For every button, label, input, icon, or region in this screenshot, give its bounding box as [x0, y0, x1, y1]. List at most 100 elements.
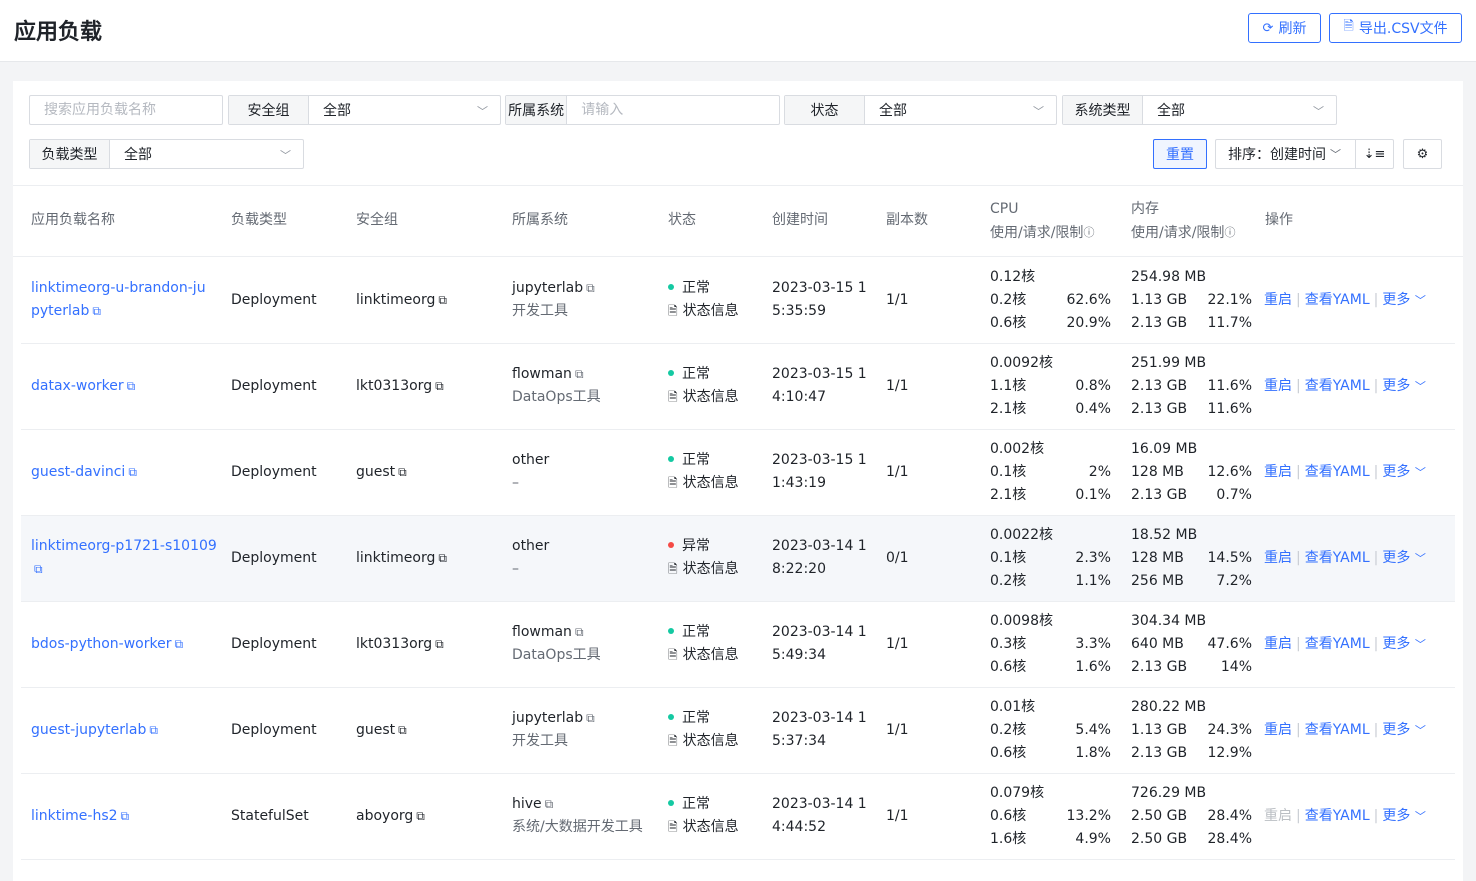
cpu-request: 0.2核	[990, 722, 1027, 738]
security-group-link[interactable]: linktimeorg	[356, 550, 435, 566]
sort-control[interactable]: 排序：创建时间 ﹀ ⇣≡	[1215, 139, 1394, 169]
reset-button[interactable]: 重置	[1153, 139, 1207, 169]
external-link-icon[interactable]: ⧉	[416, 809, 425, 823]
search-filter[interactable]	[29, 95, 223, 125]
system-input[interactable]	[567, 96, 779, 124]
external-link-icon[interactable]: ⧉	[586, 711, 595, 725]
system-name[interactable]: jupyterlab	[512, 280, 583, 296]
view-yaml-button[interactable]: 查看YAML	[1305, 464, 1370, 480]
info-icon[interactable]: ⓘ	[1083, 226, 1094, 239]
security-group-link[interactable]: aboyorg	[356, 808, 413, 824]
view-yaml-button[interactable]: 查看YAML	[1305, 550, 1370, 566]
external-link-icon[interactable]: ⧉	[575, 625, 584, 639]
system-name[interactable]: other	[512, 452, 549, 468]
search-input[interactable]	[30, 96, 222, 124]
more-menu-button[interactable]: 更多 ﹀	[1382, 378, 1425, 394]
restart-button[interactable]: 重启	[1264, 464, 1292, 480]
memory-limit-pct: 28.4%	[1207, 831, 1252, 847]
refresh-button[interactable]: ⟳ 刷新	[1248, 13, 1321, 43]
external-link-icon[interactable]: ⧉	[438, 293, 447, 307]
sort-select[interactable]: 排序：创建时间 ﹀	[1216, 140, 1356, 168]
external-link-icon[interactable]: ⧉	[398, 723, 407, 737]
workload-name-link[interactable]: linktimeorg-u-brandon-ju	[31, 280, 206, 296]
workload-name-link[interactable]: linktimeorg-p1721-s10109	[31, 538, 217, 554]
workload-name-link[interactable]: datax-worker	[31, 378, 124, 394]
security-group-link[interactable]: lkt0313org	[356, 378, 432, 394]
system-type-filter[interactable]: 系统类型 全部 ﹀	[1062, 95, 1337, 125]
view-yaml-button[interactable]: 查看YAML	[1305, 808, 1370, 824]
external-link-icon[interactable]: ⧉	[174, 637, 183, 651]
external-link-icon[interactable]: ⧉	[128, 465, 137, 479]
more-menu-button[interactable]: 更多 ﹀	[1382, 636, 1425, 652]
workload-name-link[interactable]: bdos-python-worker	[31, 636, 171, 652]
status-select[interactable]: 全部 ﹀	[865, 96, 1056, 124]
security-group-cell: linktimeorg ⧉	[356, 547, 447, 570]
restart-button[interactable]: 重启	[1264, 292, 1292, 308]
more-menu-button[interactable]: 更多 ﹀	[1382, 292, 1425, 308]
external-link-icon[interactable]: ⧉	[545, 797, 554, 811]
external-link-icon[interactable]: ⧉	[438, 551, 447, 565]
more-menu-button[interactable]: 更多 ﹀	[1382, 464, 1425, 480]
restart-button[interactable]: 重启	[1264, 378, 1292, 394]
status-info-link[interactable]: 🗎 状态信息	[668, 386, 739, 409]
system-name[interactable]: other	[512, 538, 549, 554]
external-link-icon[interactable]: ⧉	[435, 637, 444, 651]
info-icon[interactable]: ⓘ	[1224, 226, 1235, 239]
security-group-filter[interactable]: 安全组 全部 ﹀	[228, 95, 501, 125]
view-yaml-button[interactable]: 查看YAML	[1305, 722, 1370, 738]
security-group-select[interactable]: 全部 ﹀	[309, 96, 500, 124]
security-group-cell: guest ⧉	[356, 719, 407, 742]
status-info-link[interactable]: 🗎 状态信息	[668, 644, 739, 667]
system-name[interactable]: flowman	[512, 624, 572, 640]
chevron-down-icon: ﹀	[1330, 148, 1341, 161]
system-name[interactable]: jupyterlab	[512, 710, 583, 726]
workload-name-link[interactable]: linktime-hs2	[31, 808, 118, 824]
system-type-select[interactable]: 全部 ﹀	[1143, 96, 1336, 124]
workload-type-select[interactable]: 全部 ﹀	[110, 140, 303, 168]
view-yaml-button[interactable]: 查看YAML	[1305, 636, 1370, 652]
sort-direction-icon[interactable]: ⇣≡	[1356, 147, 1393, 162]
cpu-cell: 0.002核 0.1核 2% 2.1核 0.1%	[990, 438, 1111, 507]
workload-name-link[interactable]: guest-davinci	[31, 464, 125, 480]
security-group-link[interactable]: guest	[356, 464, 395, 480]
external-link-icon[interactable]: ⧉	[586, 281, 595, 295]
external-link-icon[interactable]: ⧉	[398, 465, 407, 479]
system-name[interactable]: flowman	[512, 366, 572, 382]
gear-icon[interactable]: ⚙	[1403, 139, 1442, 169]
security-group-link[interactable]: lkt0313org	[356, 636, 432, 652]
cpu-usage: 0.0098核	[990, 613, 1053, 629]
external-link-icon[interactable]: ⧉	[127, 379, 136, 393]
status-info-link[interactable]: 🗎 状态信息	[668, 730, 739, 753]
restart-button[interactable]: 重启	[1264, 636, 1292, 652]
workload-name-link[interactable]: guest-jupyterlab	[31, 722, 146, 738]
system-name[interactable]: hive	[512, 796, 542, 812]
col-name: 应用负载名称	[31, 212, 115, 228]
restart-button[interactable]: 重启	[1264, 550, 1292, 566]
external-link-icon[interactable]: ⧉	[34, 562, 43, 576]
status-filter[interactable]: 状态 全部 ﹀	[784, 95, 1057, 125]
status-info-link[interactable]: 🗎 状态信息	[668, 816, 739, 839]
status-info-link[interactable]: 🗎 状态信息	[668, 300, 739, 323]
view-yaml-button[interactable]: 查看YAML	[1305, 292, 1370, 308]
workload-type-filter[interactable]: 负载类型 全部 ﹀	[29, 139, 304, 169]
more-menu-button[interactable]: 更多 ﹀	[1382, 808, 1425, 824]
replicas: 1/1	[886, 464, 909, 480]
export-csv-button[interactable]: 🗎 导出.CSV文件	[1329, 13, 1462, 43]
more-menu-button[interactable]: 更多 ﹀	[1382, 550, 1425, 566]
external-link-icon[interactable]: ⧉	[92, 304, 101, 318]
security-group-link[interactable]: linktimeorg	[356, 292, 435, 308]
external-link-icon[interactable]: ⧉	[121, 809, 130, 823]
security-group-link[interactable]: guest	[356, 722, 395, 738]
more-menu-button[interactable]: 更多 ﹀	[1382, 722, 1425, 738]
restart-button[interactable]: 重启	[1264, 722, 1292, 738]
external-link-icon[interactable]: ⧉	[575, 367, 584, 381]
workload-name-link-cont[interactable]: pyterlab	[31, 303, 89, 319]
external-link-icon[interactable]: ⧉	[149, 723, 158, 737]
cpu-cell: 0.12核 0.2核 62.6% 0.6核 20.9%	[990, 266, 1111, 335]
status-info-link[interactable]: 🗎 状态信息	[668, 472, 739, 495]
external-link-icon[interactable]: ⧉	[435, 379, 444, 393]
memory-request: 128 MB	[1131, 550, 1184, 566]
status-info-link[interactable]: 🗎 状态信息	[668, 558, 739, 581]
system-filter[interactable]: 所属系统	[505, 95, 780, 125]
view-yaml-button[interactable]: 查看YAML	[1305, 378, 1370, 394]
